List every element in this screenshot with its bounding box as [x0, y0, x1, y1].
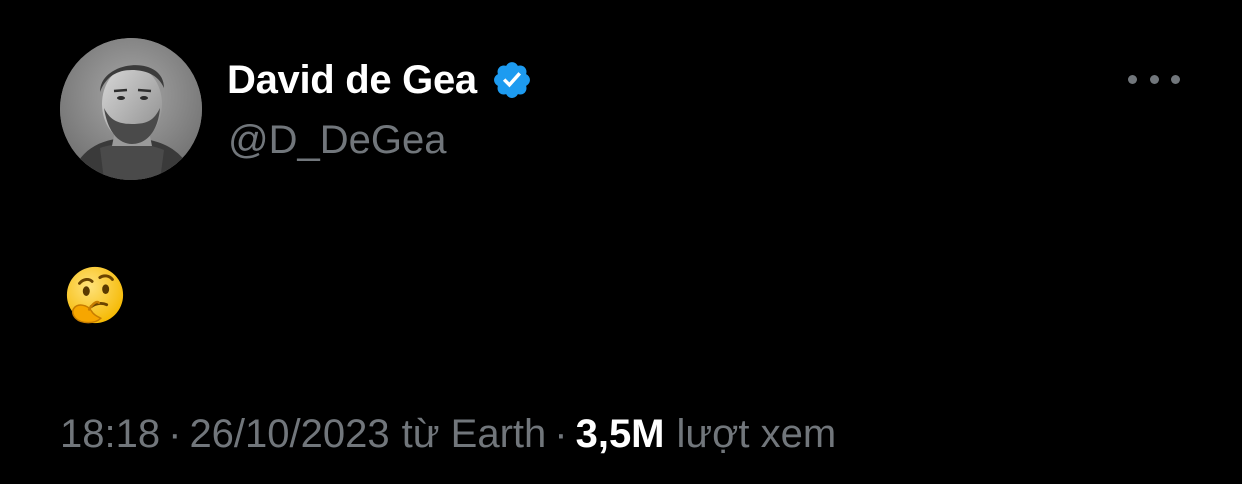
tweet-date[interactable]: 26/10/2023: [189, 412, 389, 457]
tweet-meta: 18:18 · 26/10/2023 từ Earth · 3,5M lượt …: [60, 412, 836, 457]
views-label: lượt xem: [676, 412, 837, 456]
meta-separator: ·: [554, 412, 568, 456]
tweet-source: từ Earth: [401, 412, 547, 456]
author-name-row[interactable]: David de Gea: [227, 56, 533, 104]
thinking-face-emoji: [66, 266, 124, 324]
more-dot: [1128, 74, 1137, 84]
more-options-button[interactable]: [1128, 62, 1180, 96]
author-display-name[interactable]: David de Gea: [227, 58, 477, 103]
meta-separator: ·: [168, 412, 182, 456]
avatar[interactable]: [60, 38, 202, 180]
verified-badge-icon: [491, 59, 533, 101]
more-dot: [1171, 74, 1180, 84]
tweet-time[interactable]: 18:18: [60, 412, 160, 457]
tweet: David de Gea @D_DeGea 18:18 · 26/10/2023…: [0, 0, 1242, 484]
tweet-text: [64, 264, 126, 326]
avatar-photo: [60, 38, 202, 180]
views-count[interactable]: 3,5M: [576, 412, 665, 457]
author-handle[interactable]: @D_DeGea: [228, 118, 446, 163]
more-dot: [1149, 74, 1159, 84]
